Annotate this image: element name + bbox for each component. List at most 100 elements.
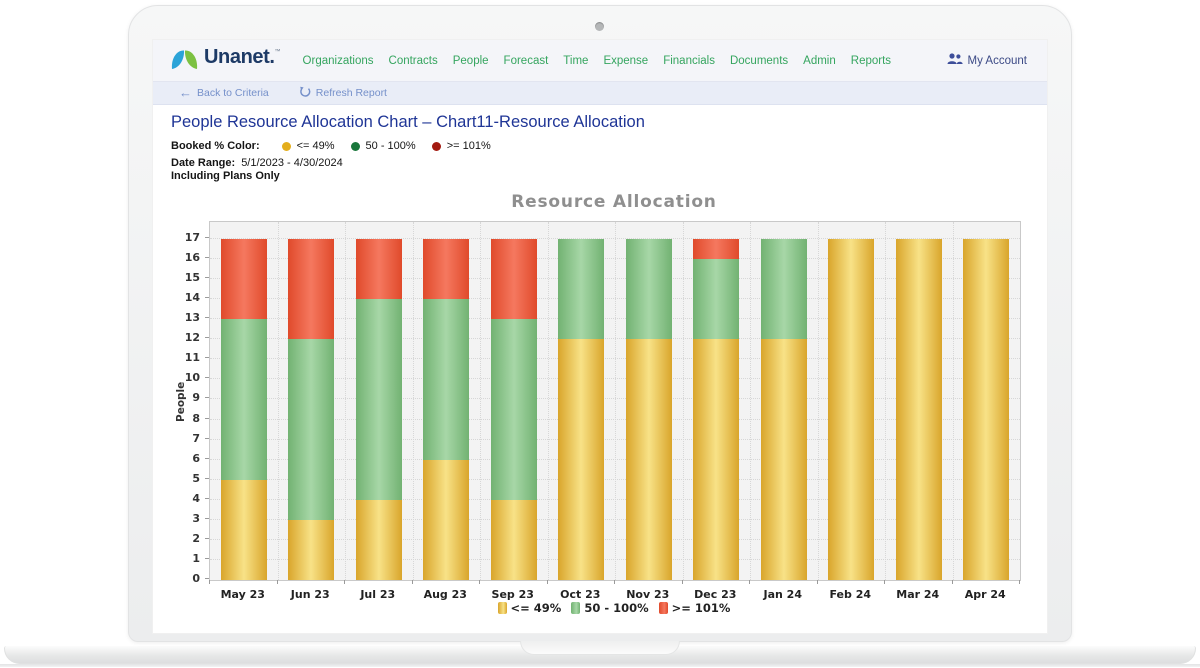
bar-segment — [896, 239, 942, 580]
nav-item-forecast[interactable]: Forecast — [504, 55, 549, 67]
bar-segment — [693, 239, 739, 259]
bar-segment — [423, 299, 469, 459]
legend-item: <= 49% — [498, 601, 562, 615]
y-tick-label: 10 — [185, 372, 200, 384]
x-tick-mark — [817, 580, 818, 584]
bar-segment — [626, 239, 672, 339]
bar-segment — [288, 239, 334, 339]
legend-label: <= 49% — [511, 601, 562, 615]
booked-legend-label: <= 49% — [297, 140, 335, 152]
x-tick-mark — [1019, 580, 1020, 584]
date-range-label: Date Range: — [171, 157, 235, 169]
y-tick-label: 7 — [192, 433, 200, 445]
gridline-vertical — [683, 222, 684, 580]
y-tick-label: 16 — [185, 252, 200, 264]
booked-legend-item: <= 49% — [282, 140, 335, 152]
x-tick-mark — [952, 580, 953, 584]
bar-segment — [491, 500, 537, 580]
bar-segment — [221, 480, 267, 580]
bar-segment — [761, 339, 807, 580]
date-range-row: Date Range: 5/1/2023 - 4/30/2024 — [171, 157, 343, 169]
browser-viewport: Unanet. ™ Organizations Contracts People Fo… — [153, 40, 1047, 633]
booked-legend-item: 50 - 100% — [351, 140, 416, 152]
booked-legend: <= 49% 50 - 100% >= 101% — [266, 140, 491, 152]
y-tick-label: 0 — [192, 573, 200, 585]
refresh-report-label: Refresh Report — [316, 87, 387, 99]
nav-item-people[interactable]: People — [453, 55, 489, 67]
chart-title: Resource Allocation — [209, 192, 1019, 212]
legend-item: >= 101% — [659, 601, 731, 615]
gridline-vertical — [548, 222, 549, 580]
refresh-icon — [299, 86, 311, 101]
bar-segment — [221, 239, 267, 319]
x-tick-mark — [547, 580, 548, 584]
y-tick-label: 14 — [185, 292, 200, 304]
webcam-dot-icon — [595, 22, 604, 31]
back-to-criteria-button[interactable]: ← Back to Criteria — [179, 87, 269, 99]
bar-segment — [288, 339, 334, 520]
bar-segment — [626, 339, 672, 580]
refresh-report-button[interactable]: Refresh Report — [299, 86, 387, 101]
booked-color-label: Booked % Color: — [171, 140, 260, 152]
y-tick-label: 9 — [192, 392, 200, 404]
nav-item-expense[interactable]: Expense — [603, 55, 648, 67]
bar-segment — [356, 239, 402, 299]
y-tick-label: 5 — [192, 473, 200, 485]
chart-legend: <= 49% 50 - 100% >= 101% — [209, 600, 1019, 616]
y-tick-label: 3 — [192, 513, 200, 525]
gridline-vertical — [885, 222, 886, 580]
y-tick-label: 6 — [192, 453, 200, 465]
gridline-vertical — [818, 222, 819, 580]
my-account-label: My Account — [968, 55, 1027, 67]
unanet-logo-text: Unanet. — [204, 46, 275, 69]
bar-segment — [491, 319, 537, 500]
bar-segment — [356, 500, 402, 580]
nav-item-documents[interactable]: Documents — [730, 55, 788, 67]
y-tick-label: 4 — [192, 493, 200, 505]
bar-segment — [963, 239, 1009, 580]
nav-item-financials[interactable]: Financials — [663, 55, 715, 67]
booked-legend-dot-icon — [282, 142, 291, 151]
unanet-logo[interactable]: Unanet. ™ — [171, 46, 281, 76]
legend-label: >= 101% — [672, 601, 731, 615]
laptop-screen: Unanet. ™ Organizations Contracts People Fo… — [128, 5, 1072, 642]
legend-swatch — [659, 602, 668, 614]
legend-item: 50 - 100% — [571, 601, 648, 615]
gridline-vertical — [615, 222, 616, 580]
y-tick-label: 13 — [185, 312, 200, 324]
gridline-vertical — [750, 222, 751, 580]
bar-segment — [828, 239, 874, 580]
legend-swatch — [571, 602, 580, 614]
x-tick-mark — [614, 580, 615, 584]
bar-segment — [221, 319, 267, 479]
back-arrow-icon: ← — [179, 88, 192, 98]
x-tick-mark — [209, 580, 210, 584]
y-axis: 01234567891011121314151617 — [157, 221, 209, 579]
bar-segment — [423, 239, 469, 299]
booked-legend-dot-icon — [432, 142, 441, 151]
booked-legend-dot-icon — [351, 142, 360, 151]
nav-links: Organizations Contracts People Forecast Time… — [303, 55, 892, 67]
unanet-trademark: ™ — [275, 49, 281, 55]
y-tick-label: 8 — [192, 413, 200, 425]
nav-item-contracts[interactable]: Contracts — [389, 55, 438, 67]
date-range-value: 5/1/2023 - 4/30/2024 — [241, 157, 343, 169]
nav-item-organizations[interactable]: Organizations — [303, 55, 374, 67]
booked-legend-label: 50 - 100% — [366, 140, 416, 152]
legend-label: 50 - 100% — [584, 601, 648, 615]
laptop-base-notch — [520, 641, 680, 655]
x-tick-mark — [682, 580, 683, 584]
booked-color-row: Booked % Color: <= 49% 50 - 100% >= 101% — [171, 140, 491, 152]
nav-item-reports[interactable]: Reports — [851, 55, 891, 67]
gridline-vertical — [345, 222, 346, 580]
gridline-vertical — [278, 222, 279, 580]
nav-item-time[interactable]: Time — [563, 55, 588, 67]
nav-item-admin[interactable]: Admin — [803, 55, 836, 67]
legend-swatch — [498, 602, 507, 614]
bar-segment — [761, 239, 807, 339]
booked-legend-item: >= 101% — [432, 140, 491, 152]
x-tick-mark — [479, 580, 480, 584]
booked-legend-label: >= 101% — [447, 140, 491, 152]
my-account-button[interactable]: My Account — [947, 53, 1027, 68]
bar-segment — [558, 239, 604, 339]
